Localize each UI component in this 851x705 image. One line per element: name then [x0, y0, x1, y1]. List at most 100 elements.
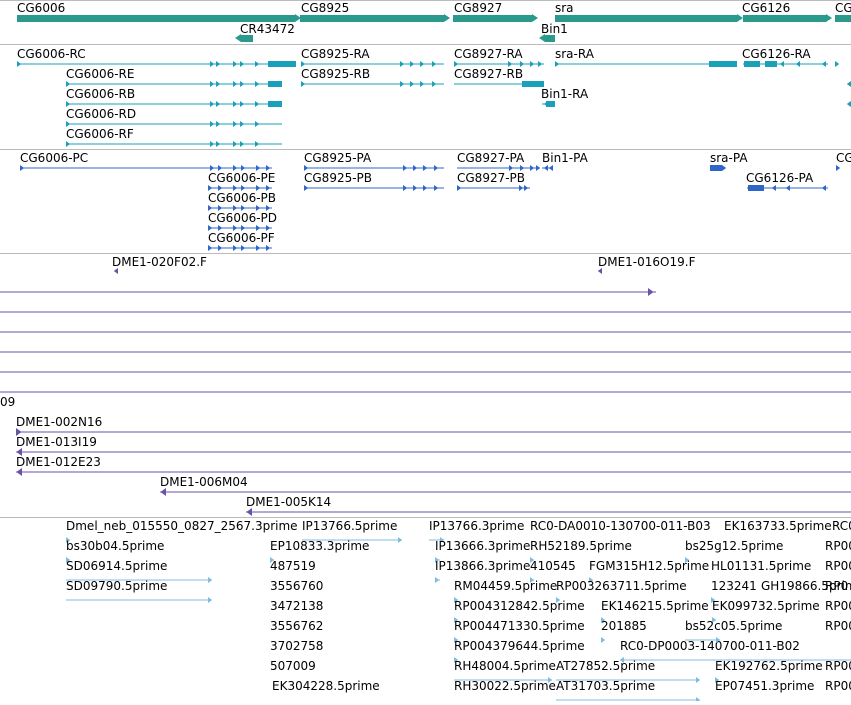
est-label[interactable]: AT31703.5prime [556, 679, 655, 693]
gene-label[interactable]: CG6126 [742, 1, 790, 15]
est-label[interactable]: EK099732.5prime [712, 599, 820, 613]
est-label[interactable]: RC0-DP0003-140700-011-B02 [620, 639, 800, 653]
est-label[interactable]: RP004379644.5prime [454, 639, 585, 653]
est-label[interactable]: RH48004.5prime [454, 659, 556, 673]
protein-label[interactable]: CG6006-PD [208, 211, 277, 225]
est-label[interactable]: 201885 [601, 619, 647, 633]
transcript-label[interactable]: CG8927-RB [454, 67, 523, 81]
est-label[interactable]: HL01131.5prime [711, 559, 811, 573]
protein-label[interactable]: CG6006-PB [208, 191, 276, 205]
gene-bar[interactable] [743, 15, 826, 22]
gene-bar[interactable] [17, 15, 295, 22]
protein-label[interactable]: CG8925-PB [304, 171, 372, 185]
est-label[interactable]: AT27852.5prime [556, 659, 655, 673]
est-label[interactable]: 123241 [711, 579, 757, 593]
clone-label[interactable]: DME1-013I19 [16, 435, 97, 449]
protein-label[interactable]: CG [836, 151, 851, 165]
protein-exon[interactable] [710, 165, 722, 171]
est-label[interactable]: RP00 [825, 539, 851, 553]
gene-label[interactable]: CG6006 [17, 1, 65, 15]
protein-label[interactable]: Bin1-PA [542, 151, 589, 165]
transcript-label[interactable]: CG6006-RB [66, 87, 135, 101]
est-label[interactable]: 3702758 [270, 639, 323, 653]
transcript-exon[interactable] [268, 101, 282, 107]
clone-label[interactable]: DME1-016O19.F [598, 255, 696, 269]
est-label[interactable]: 3472138 [270, 599, 323, 613]
est-label[interactable]: RP00 [825, 559, 851, 573]
est-label[interactable]: bs30b04.5prime [66, 539, 164, 553]
gene-label[interactable]: sra [555, 1, 574, 15]
est-label[interactable]: RP00 [825, 679, 851, 693]
protein-label[interactable]: CG6006-PF [208, 231, 275, 245]
est-label[interactable]: IP13866.3prime [435, 559, 530, 573]
est-label[interactable]: 410545 [530, 559, 576, 573]
est-label[interactable]: EK163733.5prime [724, 519, 832, 533]
clone-label[interactable]: DME1-012E23 [16, 455, 101, 469]
transcript-label[interactable]: sra-RA [555, 47, 595, 61]
est-label[interactable]: EP10833.3prime [270, 539, 369, 553]
est-label[interactable]: RP003263711.5prime [556, 579, 687, 593]
est-label[interactable]: RM04459.5prime [454, 579, 557, 593]
clone-label[interactable]: DME1-006M04 [160, 475, 248, 489]
est-label[interactable]: IP13766.3prime [429, 519, 524, 533]
genome-tracks-canvas[interactable]: CG6006 CR43472 CG8925 CG8927 sra Bin1 CG6126 CG… [0, 0, 851, 703]
transcript-label[interactable]: CG6006-RD [66, 107, 136, 121]
clone-label[interactable]: DME1-002N16 [16, 415, 102, 429]
transcript-exon[interactable] [765, 61, 777, 67]
est-label[interactable]: RH30022.5prime [454, 679, 556, 693]
transcript-exon[interactable] [709, 61, 737, 67]
gene-label[interactable]: CG [835, 1, 851, 15]
est-label[interactable]: EK304228.5prime [272, 679, 380, 693]
transcript-exon[interactable] [546, 101, 555, 107]
transcript-label[interactable]: CG8925-RB [301, 67, 370, 81]
est-label[interactable]: RP00 [825, 599, 851, 613]
est-label[interactable]: RC0-DA0010-130700-011-B03 [530, 519, 711, 533]
protein-exon[interactable] [748, 185, 764, 191]
transcript-label[interactable]: CG6006-RE [66, 67, 134, 81]
gene-bar[interactable] [835, 15, 851, 22]
transcript-label[interactable]: CG8927-RA [454, 47, 523, 61]
protein-label[interactable]: sra-PA [710, 151, 748, 165]
clone-label[interactable]: DME1-020F02.F [112, 255, 207, 269]
protein-label[interactable]: CG6126-PA [746, 171, 814, 185]
est-label[interactable]: RP004471330.5prime [454, 619, 585, 633]
genome-browser-viewport[interactable]: CG6006 CR43472 CG8925 CG8927 sra Bin1 CG6126 CG… [0, 0, 851, 703]
gene-bar[interactable] [453, 15, 532, 22]
transcript-label[interactable]: CG6126-RA [742, 47, 811, 61]
protein-label[interactable]: CG6006-PE [208, 171, 275, 185]
est-label[interactable]: RP00 [825, 619, 851, 633]
est-label[interactable]: RH52189.5prime [530, 539, 632, 553]
est-label[interactable]: RP004312842.5prime [454, 599, 585, 613]
est-label[interactable]: IP13666.3prime [435, 539, 530, 553]
transcript-label[interactable]: CG6006-RC [17, 47, 86, 61]
est-label[interactable]: IP13766.5prime [302, 519, 397, 533]
protein-label[interactable]: CG6006-PC [20, 151, 88, 165]
transcript-label[interactable]: Bin1-RA [541, 87, 589, 101]
clone-label[interactable]: DME1-005K14 [246, 495, 331, 509]
est-label[interactable]: 3556760 [270, 579, 323, 593]
gene-bar[interactable] [241, 35, 253, 42]
est-label[interactable]: RP0 [825, 579, 848, 593]
protein-label[interactable]: CG8927-PB [457, 171, 525, 185]
transcript-label[interactable]: CG8925-RA [301, 47, 370, 61]
est-label[interactable]: bs52c05.5prime [685, 619, 782, 633]
est-label[interactable]: RC0 [832, 519, 851, 533]
est-label[interactable]: 507009 [270, 659, 316, 673]
transcript-exon[interactable] [268, 61, 296, 67]
est-label[interactable]: EP07451.3prime [715, 679, 814, 693]
est-label[interactable]: Dmel_neb_015550_0827_2567.3prime [66, 519, 298, 533]
clone-label[interactable]: 09 [0, 395, 15, 409]
est-label[interactable]: EK192762.5prime [715, 659, 823, 673]
protein-label[interactable]: CG8925-PA [304, 151, 372, 165]
est-label[interactable]: FGM315H12.5prime [589, 559, 709, 573]
est-label[interactable]: SD06914.5prime [66, 559, 167, 573]
est-label[interactable]: EK146215.5prime [601, 599, 709, 613]
est-label[interactable]: 3556762 [270, 619, 323, 633]
transcript-exon[interactable] [268, 81, 282, 87]
transcript-label[interactable]: CG6006-RF [66, 127, 134, 141]
gene-label[interactable]: CG8925 [301, 1, 349, 15]
gene-label[interactable]: CR43472 [240, 22, 295, 36]
protein-label[interactable]: CG8927-PA [457, 151, 525, 165]
est-label[interactable]: RP00 [825, 659, 851, 673]
gene-bar[interactable] [300, 15, 444, 22]
